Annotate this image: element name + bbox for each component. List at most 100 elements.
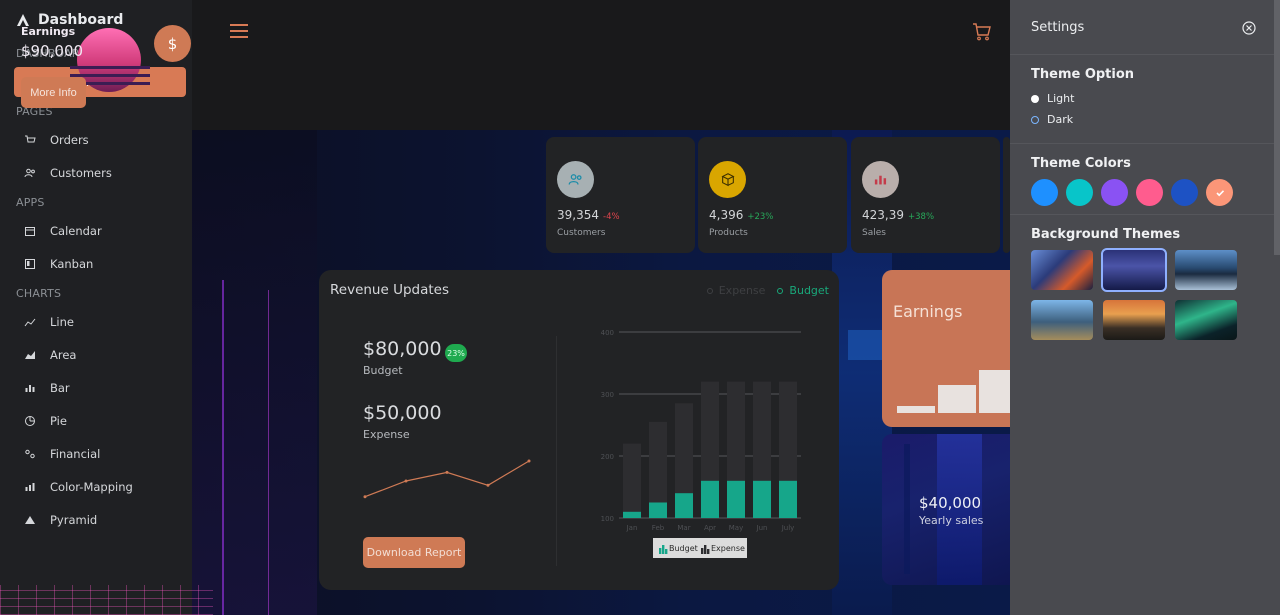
kanban-icon: [25, 259, 35, 269]
sidebar-item-area[interactable]: Area: [14, 340, 186, 370]
settings-title: Settings: [1010, 0, 1280, 55]
radio-button[interactable]: [1031, 115, 1039, 124]
theme-option-title: Theme Option: [1031, 67, 1135, 82]
stat-change: +23%: [747, 212, 774, 222]
stat-value: 39,354 -4%: [557, 208, 620, 222]
background-theme-city-night[interactable]: [1031, 250, 1093, 290]
pie-chart-icon: [25, 416, 35, 426]
close-icon[interactable]: [1242, 21, 1256, 35]
theme-color-swatch[interactable]: [1031, 179, 1058, 206]
revenue-title: Revenue Updates: [330, 282, 450, 298]
users-icon[interactable]: [557, 161, 594, 198]
cart-icon[interactable]: [972, 22, 992, 42]
background-theme-road-truck[interactable]: [1031, 300, 1093, 340]
area-chart-icon: [25, 351, 35, 359]
sidebar-item-color-mapping[interactable]: Color-Mapping: [14, 472, 186, 502]
bar-budget[interactable]: [779, 480, 797, 518]
settings-scrollbar[interactable]: [1274, 0, 1280, 255]
menu-icon[interactable]: [230, 24, 248, 40]
background-theme-dark-room[interactable]: [1101, 248, 1167, 292]
x-tick-label: July: [781, 524, 795, 532]
theme-colors-title: Theme Colors: [1031, 156, 1131, 171]
budget-value: $80,000: [363, 338, 442, 360]
expense-value: $50,000: [363, 402, 442, 424]
sidebar-item-bar[interactable]: Bar: [14, 373, 186, 403]
stat-change: -4%: [603, 212, 620, 222]
theme-option-light[interactable]: Light: [1031, 88, 1280, 109]
theme-color-swatch[interactable]: [1101, 179, 1128, 206]
theme-option-label: Dark: [1047, 113, 1074, 126]
yearly-sales-value: $40,000: [919, 494, 982, 512]
background-theme-lake-mountains[interactable]: [1175, 250, 1237, 290]
sidebar-item-label: Pyramid: [50, 513, 98, 527]
sidebar-item-label: Financial: [50, 447, 101, 461]
sparkline-point: [363, 495, 367, 499]
box-icon[interactable]: [709, 161, 746, 198]
section-title-charts: CHARTS: [16, 286, 62, 300]
theme-option-section: Theme Option Light Dark: [1010, 55, 1280, 144]
background-themes-section: Background Themes: [1010, 215, 1280, 340]
earnings-chart-title: Earnings: [893, 302, 963, 321]
dollar-icon[interactable]: $: [154, 25, 191, 62]
bar-budget[interactable]: [623, 511, 641, 518]
stat-label: Products: [709, 228, 748, 238]
bar-budget[interactable]: [727, 480, 745, 518]
earnings-bar: [979, 370, 1010, 413]
stat-value: 4,396 +23%: [709, 208, 774, 222]
theme-color-swatch[interactable]: [1171, 179, 1198, 206]
sidebar-item-label: Bar: [50, 381, 70, 395]
legend-expense[interactable]: Expense: [706, 284, 765, 297]
background-theme-aurora[interactable]: [1175, 300, 1237, 340]
stat-label: Customers: [557, 228, 606, 238]
legend-dot: [706, 287, 713, 294]
earnings-chart-card: Earnings: [882, 270, 1010, 427]
sidebar-item-orders[interactable]: Orders: [14, 125, 186, 155]
background-themes-title: Background Themes: [1031, 227, 1181, 242]
theme-color-swatch[interactable]: [1066, 179, 1093, 206]
sparkline-point: [527, 459, 531, 463]
theme-color-swatch[interactable]: [1206, 179, 1233, 206]
theme-color-swatch[interactable]: [1136, 179, 1163, 206]
theme-colors-section: Theme Colors: [1010, 144, 1280, 215]
more-info-button[interactable]: More Info: [21, 77, 86, 108]
sidebar-item-label: Kanban: [50, 257, 94, 271]
yearly-sales-label: Yearly sales: [919, 514, 984, 527]
earnings-value: $90,000: [21, 42, 84, 60]
revenue-panel: Revenue Updates Expense Budget $80,000 23…: [319, 270, 839, 590]
sidebar-item-label: Customers: [50, 166, 112, 180]
sidebar-item-customers[interactable]: Customers: [14, 158, 186, 188]
y-tick-label: 100: [601, 515, 614, 523]
bar-budget[interactable]: [675, 493, 693, 518]
sidebar-item-kanban[interactable]: Kanban: [14, 249, 186, 279]
legend-dot: [777, 287, 784, 294]
bar-budget[interactable]: [753, 480, 771, 518]
budget-label: Budget: [363, 364, 403, 377]
bar-budget[interactable]: [649, 502, 667, 519]
calendar-icon: [25, 227, 35, 236]
sidebar-item-financial[interactable]: Financial: [14, 439, 186, 469]
legend-budget[interactable]: Budget: [777, 284, 829, 297]
cart-icon: [25, 135, 36, 143]
bar-chart-icon[interactable]: [862, 161, 899, 198]
bar-chart-icon: [25, 385, 35, 392]
sidebar-item-pie[interactable]: Pie: [14, 406, 186, 436]
radio-button[interactable]: [1031, 94, 1039, 103]
sparkline-point: [404, 479, 408, 483]
y-tick-label: 200: [601, 453, 614, 461]
x-tick-label: Jan: [626, 524, 638, 532]
legend-entry: Budget: [669, 544, 698, 553]
chart-legend: Budget Expense: [653, 538, 747, 558]
pyramid-icon: [25, 516, 35, 524]
stat-change: +38%: [908, 212, 935, 222]
sidebar-item-line[interactable]: Line: [14, 307, 186, 337]
sidebar-item-pyramid[interactable]: Pyramid: [14, 505, 186, 535]
download-report-button[interactable]: Download Report: [363, 537, 465, 568]
theme-option-dark[interactable]: Dark: [1031, 109, 1280, 130]
yearly-sales-card: $40,000 Yearly sales: [882, 434, 1010, 585]
bar-expense[interactable]: [623, 443, 641, 518]
sparkline-point: [486, 483, 490, 487]
financial-icon: [25, 449, 35, 459]
background-theme-sunset-car[interactable]: [1103, 300, 1165, 340]
sidebar-item-calendar[interactable]: Calendar: [14, 216, 186, 246]
bar-budget[interactable]: [701, 480, 719, 518]
